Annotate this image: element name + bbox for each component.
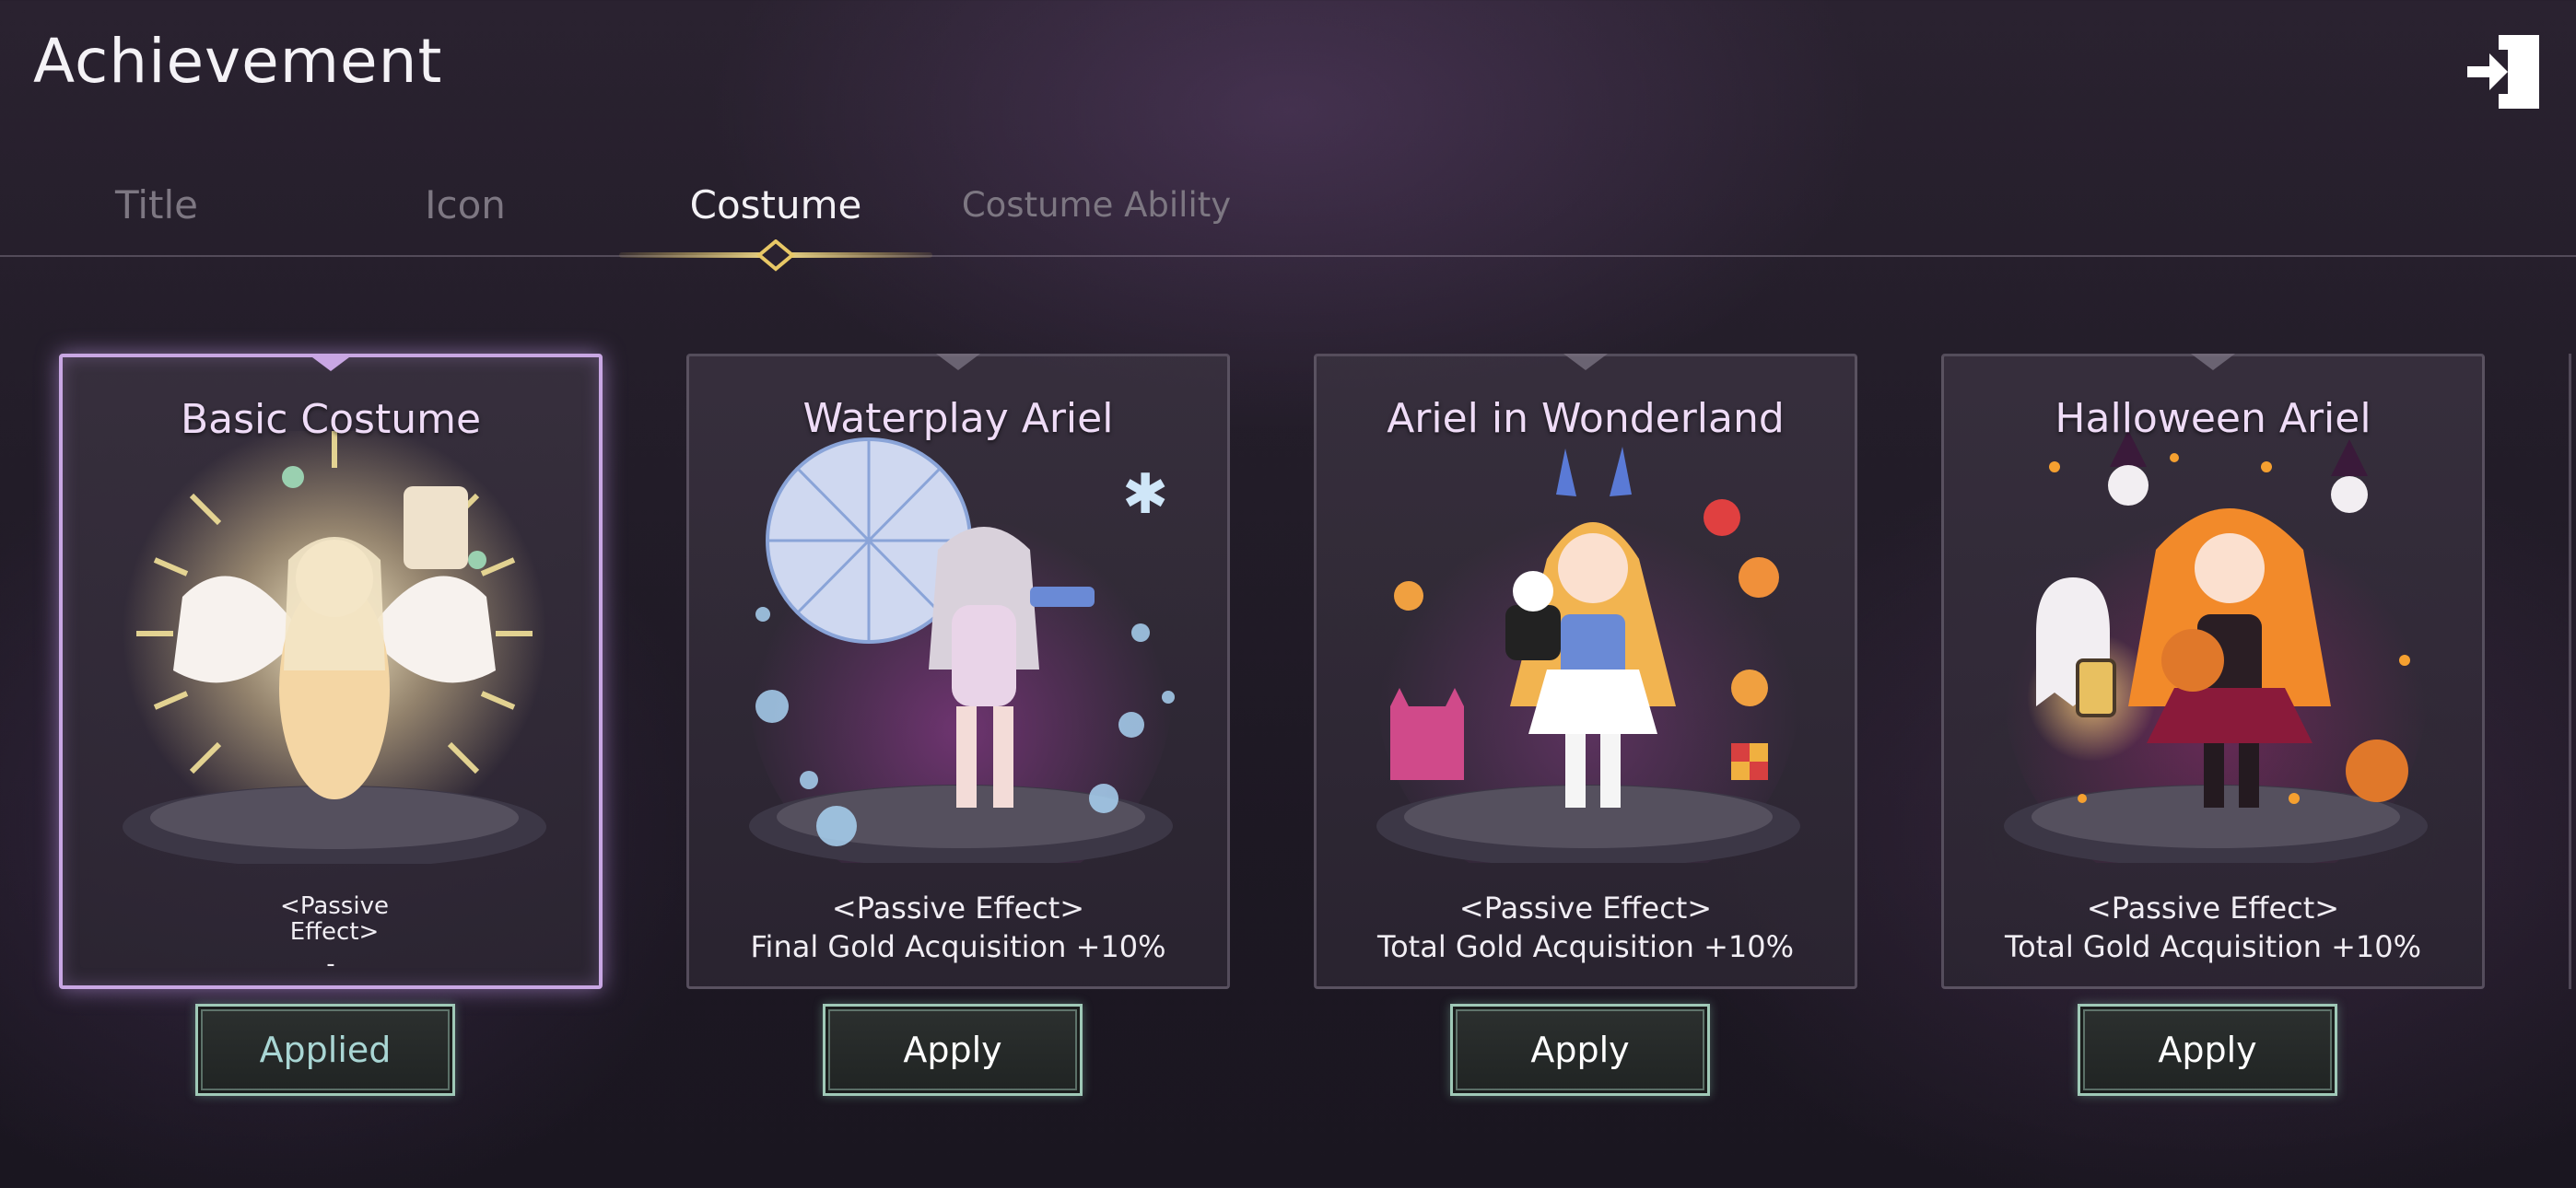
costume-card-basic[interactable]: Basic Costume <Passive Effect> - <box>59 354 603 989</box>
passive-effect-value: Final Gold Acquisition +10% <box>750 929 1166 964</box>
tab-costume-ability[interactable]: Costume Ability <box>958 173 1235 238</box>
costume-card-halloween[interactable]: Halloween Ariel <Passive Effect> Total G… <box>1941 354 2485 989</box>
applied-button-basic[interactable]: Applied <box>195 1004 455 1096</box>
passive-effect-label: <Passive Effect> <box>280 892 389 946</box>
apply-button-wonderland[interactable]: Apply <box>1450 1004 1710 1096</box>
card-notch <box>936 354 980 370</box>
passive-effect-label: <Passive Effect> <box>831 891 1085 926</box>
costume-card-waterplay[interactable]: Waterplay Ariel ✱ <Passive Effect> Final… <box>686 354 1230 989</box>
apply-button-halloween[interactable]: Apply <box>2078 1004 2337 1096</box>
tab-costume[interactable]: Costume <box>684 173 868 238</box>
exit-door-icon <box>2467 35 2539 109</box>
costume-name: Ariel in Wonderland <box>1387 395 1785 442</box>
tab-divider <box>0 255 2576 257</box>
costume-name: Basic Costume <box>180 396 482 443</box>
card-notch <box>1563 354 1608 370</box>
next-card-edge <box>2569 354 2576 989</box>
costume-art-waterplay: ✱ <box>749 437 1175 863</box>
costume-name: Halloween Ariel <box>2055 395 2371 442</box>
costume-art-basic <box>123 431 546 864</box>
costume-art-halloween <box>2004 430 2428 863</box>
passive-effect-label: <Passive Effect> <box>1458 891 1713 926</box>
tab-bar: Title Icon Costume Costume Ability <box>0 147 2576 276</box>
svg-text:✱: ✱ <box>1122 462 1168 527</box>
active-tab-indicator <box>619 239 932 272</box>
passive-effect-label: <Passive Effect> <box>2086 891 2340 926</box>
page-title: Achievement <box>33 26 443 97</box>
passive-effect-value: - <box>326 950 335 978</box>
costume-card-wonderland[interactable]: Ariel in Wonderland <Passive Effect> Tot… <box>1314 354 1857 989</box>
apply-button-waterplay[interactable]: Apply <box>823 1004 1083 1096</box>
card-notch <box>2191 354 2235 370</box>
exit-button[interactable] <box>2462 28 2550 116</box>
card-notch <box>309 355 353 371</box>
tab-title[interactable]: Title <box>101 173 212 238</box>
tab-icon[interactable]: Icon <box>405 173 525 238</box>
costume-art-wonderland <box>1376 447 1800 863</box>
costume-name: Waterplay Ariel <box>802 395 1114 442</box>
passive-effect-value: Total Gold Acquisition +10% <box>1376 929 1795 964</box>
passive-effect-value: Total Gold Acquisition +10% <box>2004 929 2422 964</box>
